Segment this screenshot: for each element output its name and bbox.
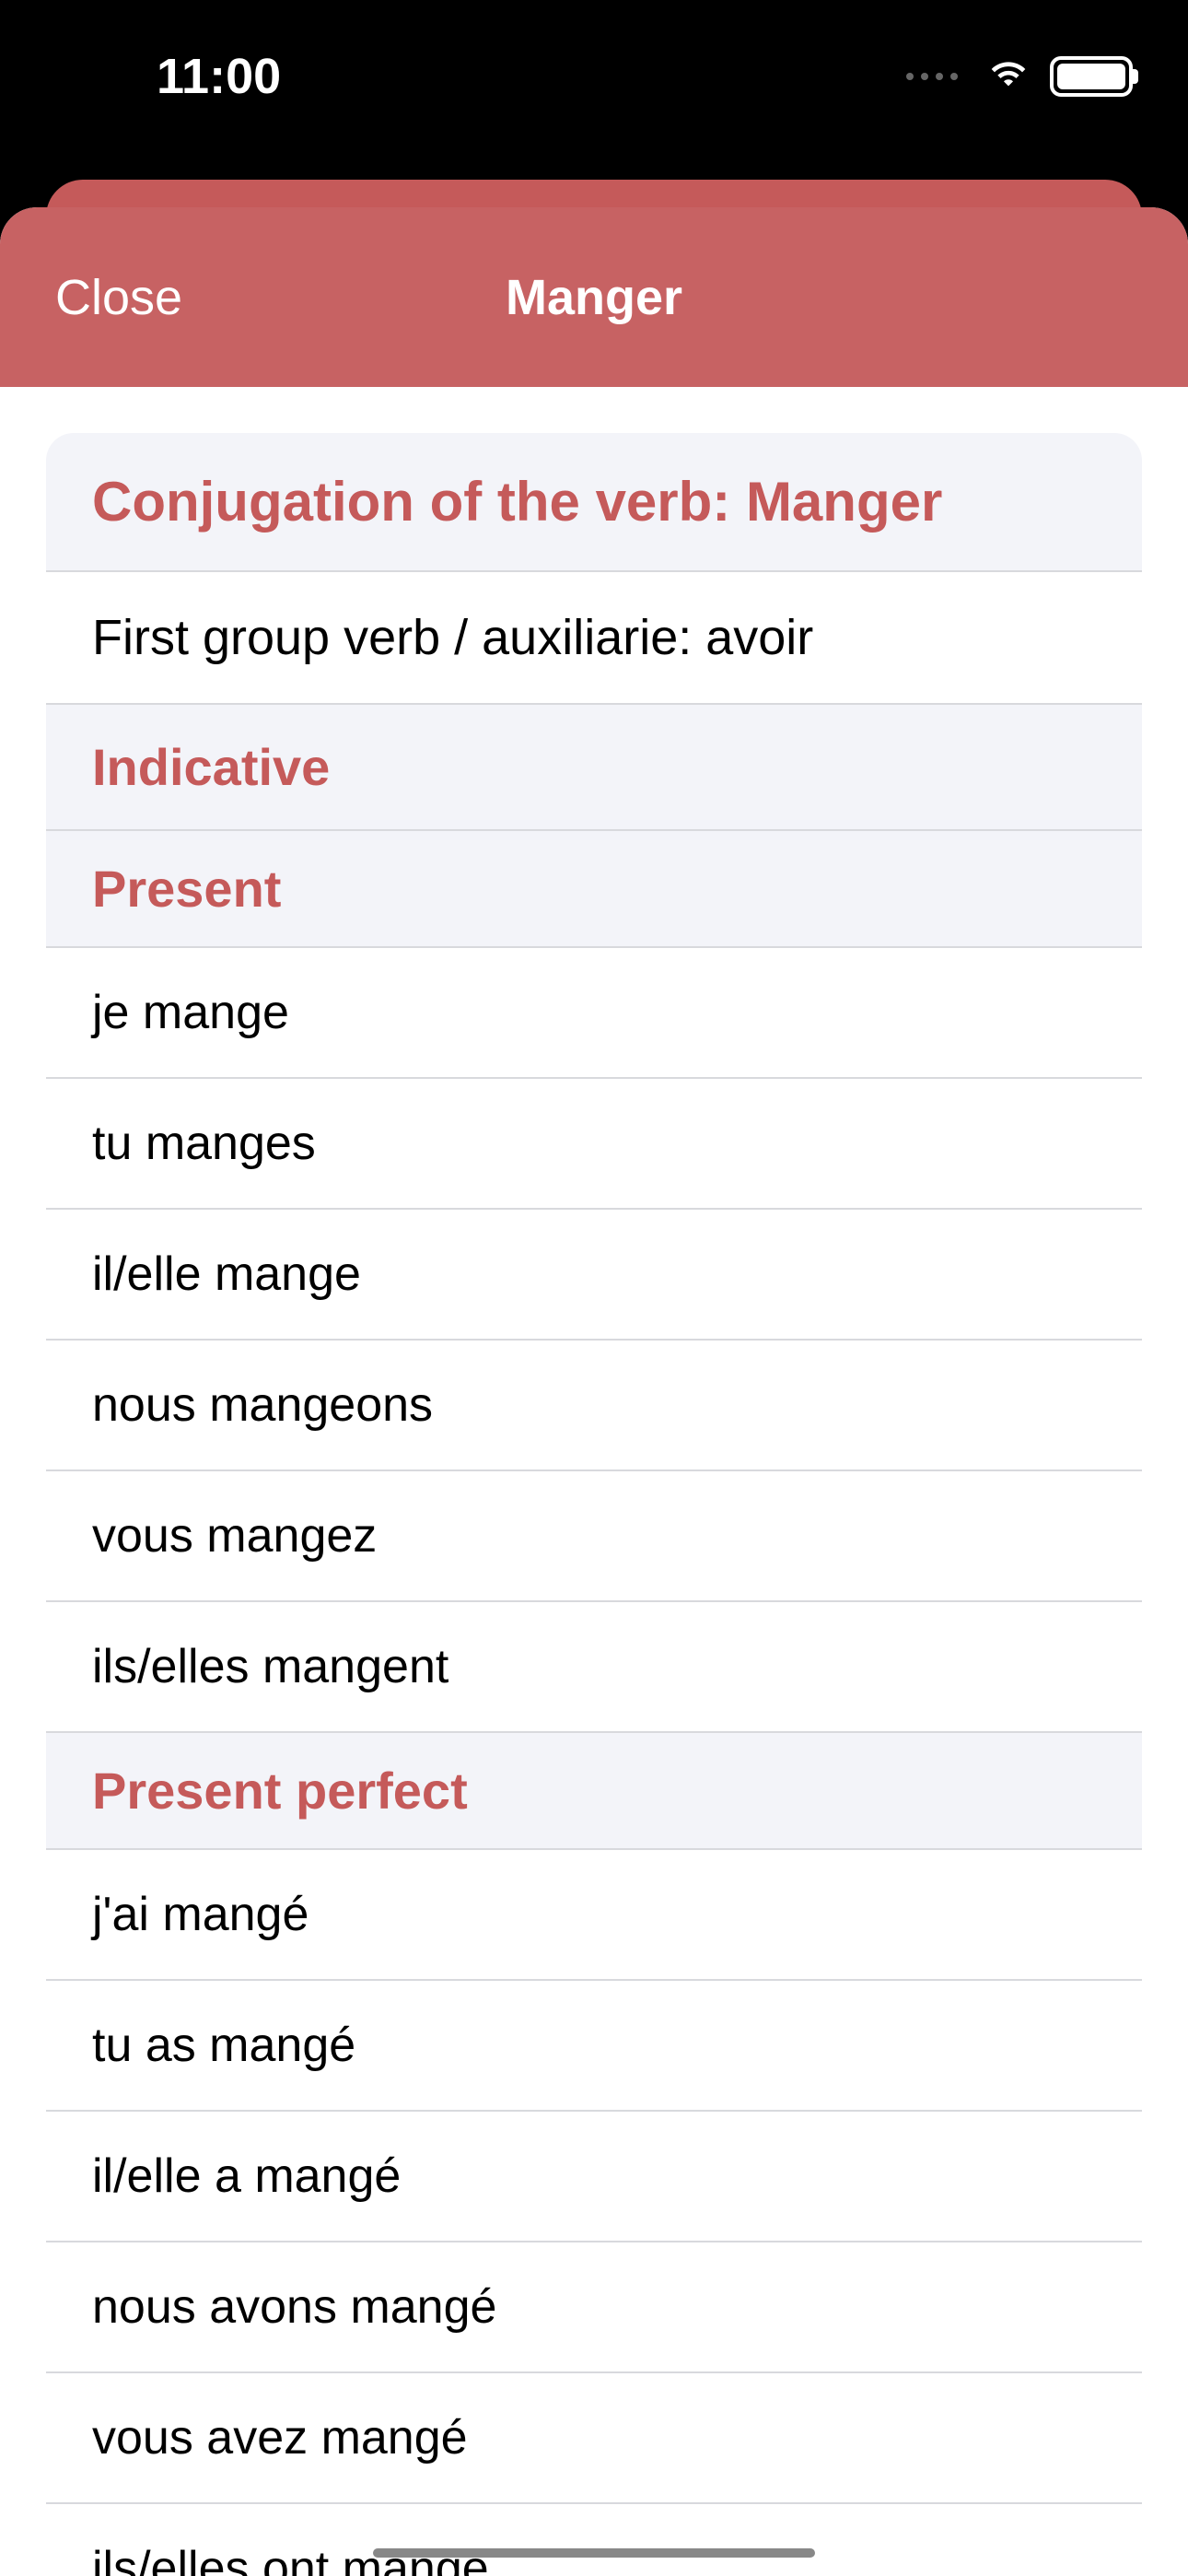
conjugation-row: tu as mangé	[46, 1981, 1142, 2112]
conjugation-row: vous mangez	[46, 1471, 1142, 1602]
conjugation-row: tu manges	[46, 1079, 1142, 1210]
conjugation-row: nous mangeons	[46, 1341, 1142, 1471]
conjugation-row: je mange	[46, 948, 1142, 1079]
status-bar: 11:00	[0, 0, 1188, 152]
home-indicator[interactable]	[373, 2548, 815, 2558]
conjugation-row: j'ai mangé	[46, 1850, 1142, 1981]
conjugation-row: ils/elles mangent	[46, 1602, 1142, 1733]
status-time: 11:00	[157, 48, 281, 105]
tense-header-present: Present	[46, 831, 1142, 948]
page-title: Conjugation of the verb: Manger	[46, 433, 1142, 572]
conjugation-row: il/elle mange	[46, 1210, 1142, 1341]
modal-sheet: Close Manger Conjugation of the verb: Ma…	[0, 207, 1188, 2576]
content-scroll[interactable]: Conjugation of the verb: Manger First gr…	[0, 387, 1188, 2576]
conjugation-row: ils/elles ont mangé	[46, 2504, 1142, 2576]
close-button[interactable]: Close	[55, 269, 182, 326]
wifi-icon	[985, 55, 1031, 97]
page-dots	[906, 73, 958, 80]
status-right	[906, 55, 1133, 97]
verb-info: First group verb / auxiliarie: avoir	[46, 572, 1142, 705]
mood-header-indicative: Indicative	[46, 705, 1142, 831]
conjugation-row: nous avons mangé	[46, 2242, 1142, 2373]
battery-icon	[1050, 56, 1133, 97]
conjugation-row: il/elle a mangé	[46, 2112, 1142, 2242]
nav-bar: Close Manger	[0, 207, 1188, 387]
conjugation-row: vous avez mangé	[46, 2373, 1142, 2504]
tense-header-present-perfect: Present perfect	[46, 1733, 1142, 1850]
